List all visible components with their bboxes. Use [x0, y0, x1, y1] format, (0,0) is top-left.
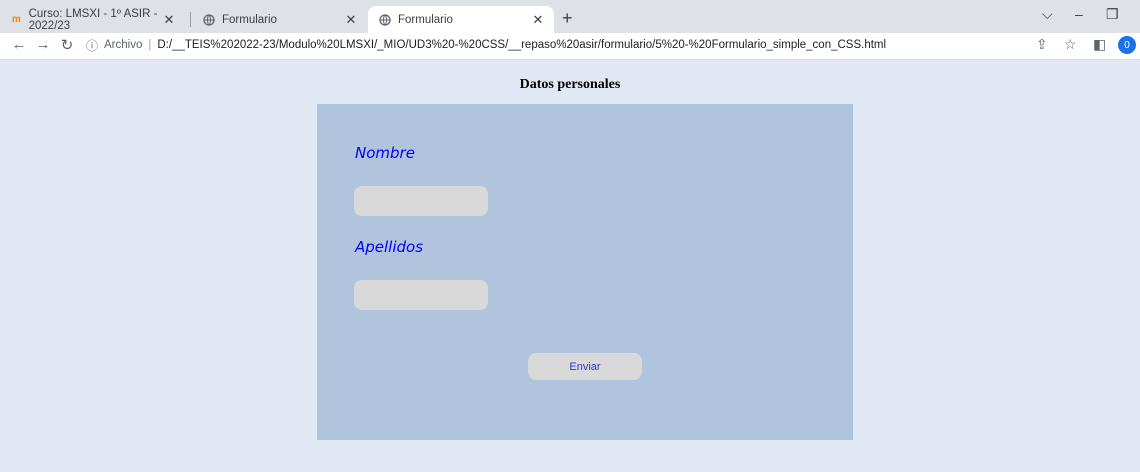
nombre-input[interactable] — [354, 186, 488, 216]
side-panel-icon[interactable]: ◧ — [1093, 36, 1106, 53]
tab-title: Formulario — [222, 13, 277, 26]
browser-tab-strip: m Curso: LMSXI - 1º ASIR - 2022/23 ✕ For… — [0, 0, 1140, 33]
submit-button[interactable]: Enviar — [528, 353, 642, 380]
close-icon[interactable]: ✕ — [530, 12, 546, 28]
close-icon[interactable]: ✕ — [343, 12, 359, 28]
address-bar[interactable]: ⓘ Archivo | D:/__TEIS%202022-23/Modulo%2… — [86, 34, 886, 56]
tab-divider — [190, 12, 191, 27]
globe-icon — [202, 13, 216, 27]
apellidos-label: Apellidos — [355, 238, 424, 256]
info-icon[interactable]: ⓘ — [86, 37, 98, 54]
address-separator: | — [148, 39, 152, 51]
tab-title: Formulario — [398, 13, 453, 26]
page-title: Datos personales — [519, 77, 621, 92]
forward-arrow-icon[interactable]: → — [34, 36, 52, 53]
browser-toolbar: ← → ↻ ⓘ Archivo | D:/__TEIS%202022-23/Mo… — [0, 33, 1140, 60]
moodle-icon: m — [11, 14, 21, 25]
page-viewport: Datos personales Nombre Apellidos Enviar — [0, 60, 1140, 472]
apellidos-input[interactable] — [354, 280, 488, 310]
tab-search-chevron-icon[interactable]: ⌵ — [1042, 6, 1053, 23]
address-scheme: Archivo — [104, 39, 143, 51]
globe-icon — [378, 13, 392, 27]
profile-avatar[interactable]: 0 — [1118, 36, 1136, 54]
new-tab-icon[interactable]: + — [562, 8, 573, 29]
minimize-icon[interactable]: – — [1075, 6, 1083, 22]
reload-icon[interactable]: ↻ — [58, 36, 76, 54]
tab-moodle-course[interactable]: m Curso: LMSXI - 1º ASIR - 2022/23 ✕ — [0, 6, 185, 33]
restore-icon[interactable]: ❐ — [1106, 6, 1119, 23]
personal-data-form: Nombre Apellidos Enviar — [317, 104, 853, 440]
address-url[interactable]: D:/__TEIS%202022-23/Modulo%20LMSXI/_MIO/… — [157, 39, 886, 51]
close-icon[interactable]: ✕ — [161, 12, 177, 28]
bookmark-star-icon[interactable]: ☆ — [1064, 36, 1077, 53]
nombre-label: Nombre — [355, 144, 415, 162]
share-icon[interactable]: ⇪ — [1036, 36, 1048, 53]
tab-formulario-1[interactable]: Formulario ✕ — [192, 6, 367, 33]
back-arrow-icon[interactable]: ← — [10, 36, 28, 53]
tab-formulario-active[interactable]: Formulario ✕ — [368, 6, 554, 33]
